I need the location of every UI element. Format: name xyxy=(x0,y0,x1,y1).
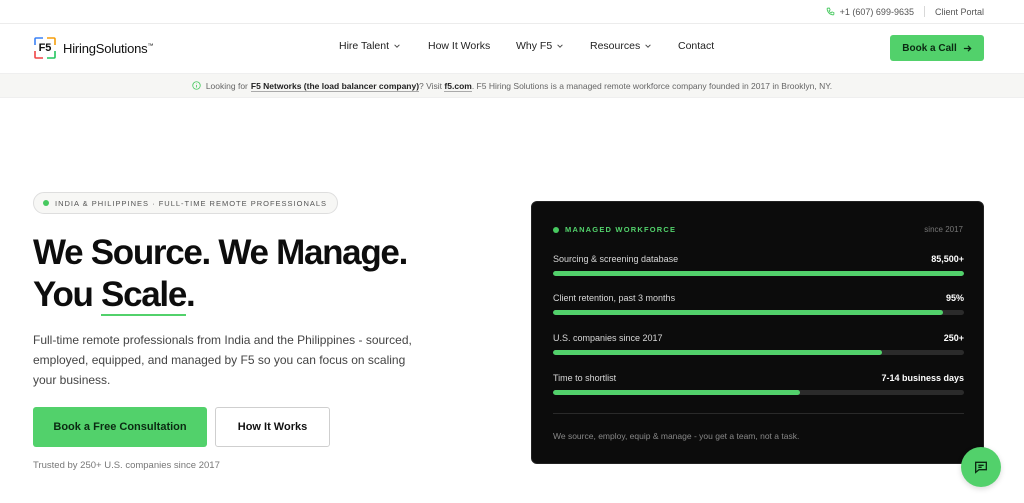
hero-eyebrow-text: INDIA & PHILIPPINES · FULL-TIME REMOTE P… xyxy=(55,198,328,208)
notice-prefix: Looking for xyxy=(205,80,248,91)
nav-item-label: How It Works xyxy=(428,40,491,52)
chevron-down-icon xyxy=(557,44,563,48)
card-header: MANAGED WORKFORCE xyxy=(553,225,676,234)
nav-item-why-f5[interactable]: Why F5 xyxy=(516,40,590,52)
card-since: since 2017 xyxy=(924,225,963,234)
card-footer: We source, employ, equip & manage - you … xyxy=(553,431,800,441)
progress-fill xyxy=(553,390,800,395)
notice-bar: Looking for F5 Networks (the load balanc… xyxy=(0,73,1024,98)
phone-link[interactable]: +1 (607) 699-9635 xyxy=(826,7,914,17)
metric-label: U.S. companies since 2017 xyxy=(553,333,663,343)
nav-item-contact[interactable]: Contact xyxy=(678,40,714,52)
headline-line-1: We Source. We Manage. xyxy=(33,233,408,272)
metric-value: 7-14 business days xyxy=(881,373,964,383)
brand-name: HiringSolutions xyxy=(63,40,148,56)
managed-workforce-card: MANAGED WORKFORCE since 2017 Sourcing & … xyxy=(531,201,984,464)
hero-eyebrow: INDIA & PHILIPPINES · FULL-TIME REMOTE P… xyxy=(33,192,339,214)
card-title: MANAGED WORKFORCE xyxy=(565,225,677,234)
logo-mark-text: F5 xyxy=(38,42,52,54)
logo[interactable]: F5 HiringSolutions™ xyxy=(33,36,153,60)
metric-label: Client retention, past 3 months xyxy=(553,293,676,303)
chevron-down-icon xyxy=(645,44,651,48)
hero-description: Full-time remote professionals from Indi… xyxy=(33,333,412,387)
utility-bar: +1 (607) 699-9635 Client Portal xyxy=(0,0,1024,24)
notice-suffix: . F5 Hiring Solutions is a managed remot… xyxy=(471,80,833,91)
metric-label: Time to shortlist xyxy=(553,373,617,383)
nav-menu: Hire Talent How It Works Why F5 Resource… xyxy=(339,40,714,52)
status-dot xyxy=(553,226,559,233)
metric: Client retention, past 3 months 95% xyxy=(553,293,964,315)
nav-item-label: Hire Talent xyxy=(339,40,389,52)
nav-item-how-it-works[interactable]: How It Works xyxy=(428,40,516,52)
metric: U.S. companies since 2017 250+ xyxy=(553,333,964,355)
trust-line: Trusted by 250+ U.S. companies since 201… xyxy=(33,460,220,471)
phone-icon xyxy=(826,7,834,16)
f5-com-link[interactable]: f5.com xyxy=(444,80,472,92)
client-portal-link[interactable]: Client Portal xyxy=(935,7,984,17)
chat-launcher-button[interactable] xyxy=(961,447,1001,487)
chevron-down-icon xyxy=(394,44,400,48)
divider xyxy=(923,6,925,17)
nav-item-label: Resources xyxy=(590,40,641,52)
progress-track xyxy=(553,310,964,315)
headline-scale: Scale xyxy=(101,275,187,316)
progress-fill xyxy=(553,310,944,315)
metric-value: 250+ xyxy=(943,333,964,343)
how-it-works-button[interactable]: How It Works xyxy=(215,407,330,447)
nav-item-label: Contact xyxy=(678,40,715,52)
notice-middle: ? Visit xyxy=(419,80,443,91)
progress-track xyxy=(553,350,964,355)
metric: Sourcing & screening database 85,500+ xyxy=(553,254,964,276)
nav-item-label: Why F5 xyxy=(516,40,553,52)
info-icon xyxy=(192,81,201,90)
logo-wordmark: HiringSolutions™ xyxy=(63,41,153,56)
progress-fill xyxy=(553,350,882,355)
chat-icon xyxy=(975,461,987,474)
arrow-right-icon xyxy=(963,44,972,52)
logo-mark: F5 xyxy=(33,36,57,60)
metric-value: 95% xyxy=(945,293,964,303)
nav-item-hire-talent[interactable]: Hire Talent xyxy=(339,40,428,52)
metric: Time to shortlist 7-14 business days xyxy=(553,373,964,395)
trademark: ™ xyxy=(147,43,154,50)
nav-item-resources[interactable]: Resources xyxy=(590,40,678,52)
headline-line-2: You Scale. xyxy=(33,274,407,316)
progress-track xyxy=(553,390,964,395)
book-a-call-button[interactable]: Book a Call xyxy=(890,35,984,61)
progress-track xyxy=(553,271,964,276)
book-a-call-label: Book a Call xyxy=(902,42,957,54)
main-nav: F5 HiringSolutions™ Hire Talent How It W… xyxy=(0,24,1024,72)
divider xyxy=(553,413,964,414)
progress-fill xyxy=(553,271,964,276)
book-consultation-button[interactable]: Book a Free Consultation xyxy=(33,407,207,447)
metric-label: Sourcing & screening database xyxy=(553,254,679,264)
f5-networks-link[interactable]: F5 Networks (the load balancer company) xyxy=(250,80,420,92)
status-dot xyxy=(43,200,49,206)
phone-number: +1 (607) 699-9635 xyxy=(839,6,914,17)
hero-headline: We Source. We Manage. You Scale. xyxy=(33,232,408,316)
metric-value: 85,500+ xyxy=(931,254,964,264)
headline-you: You xyxy=(33,275,102,314)
headline-period: . xyxy=(186,275,196,314)
